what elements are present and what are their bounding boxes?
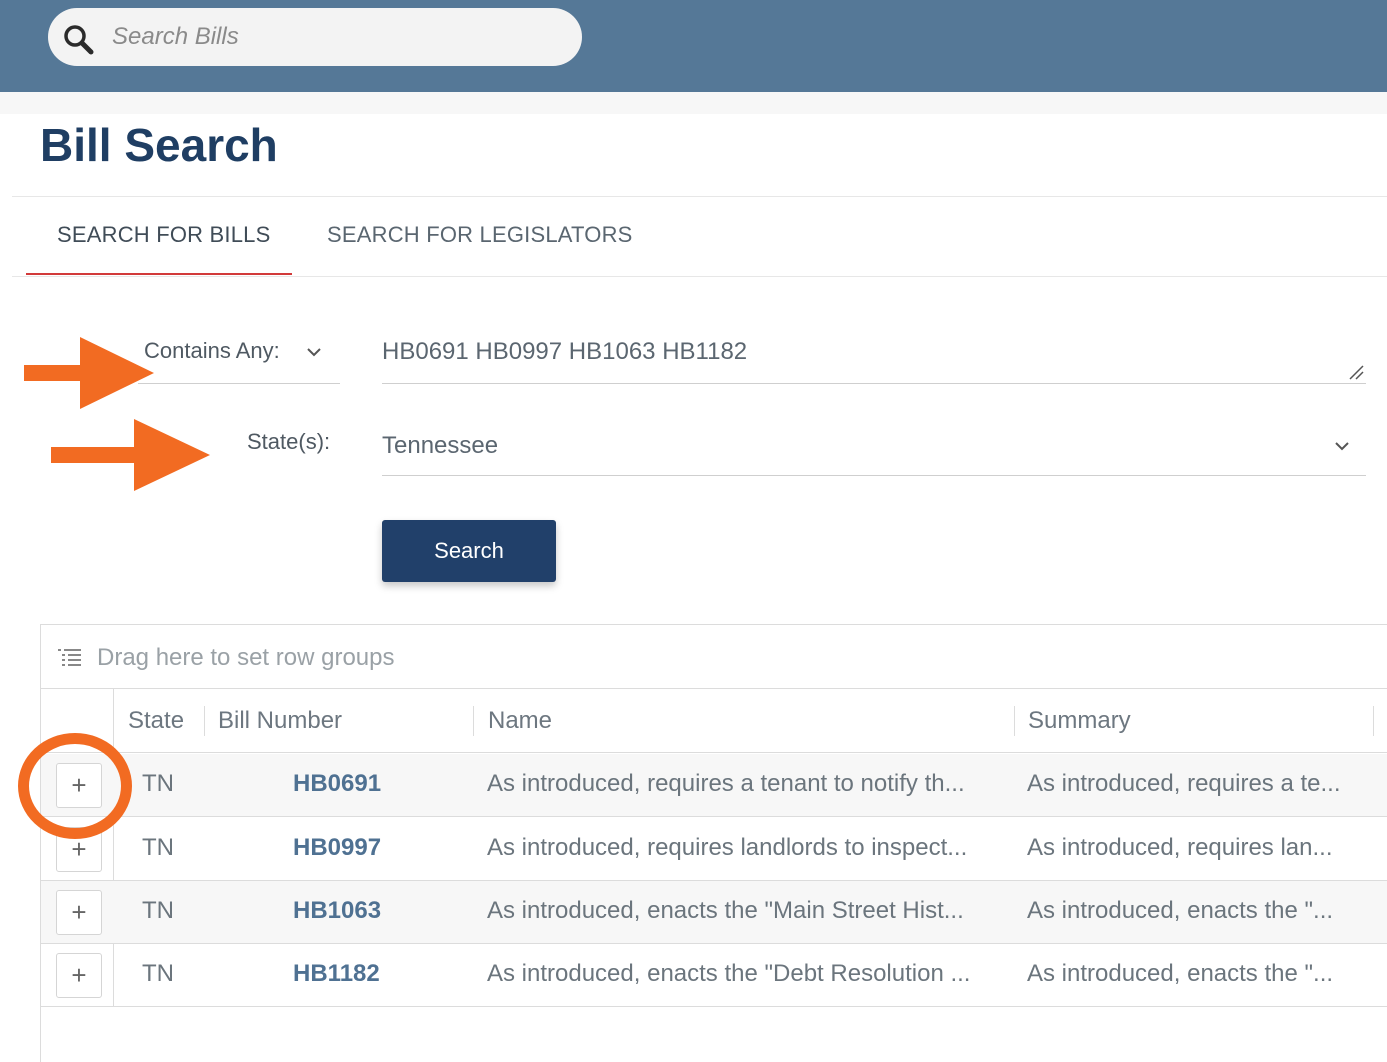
expand-row-button[interactable]: + [56, 763, 102, 808]
annotation-arrow-icon [51, 419, 210, 491]
chevron-down-icon [1335, 442, 1349, 451]
cell-state: TN [142, 960, 174, 987]
cell-state: TN [142, 770, 174, 797]
match-mode-dropdown[interactable]: Contains Any: [138, 330, 340, 384]
states-label: State(s): [247, 429, 331, 454]
row-group-hint: Drag here to set row groups [97, 644, 395, 671]
cell-name: As introduced, requires a tenant to noti… [487, 770, 965, 797]
cell-bill-number-link[interactable]: HB0691 [293, 770, 443, 798]
table-row: + TN HB1182 As introduced, enacts the "D… [41, 944, 1387, 1007]
expand-row-button[interactable]: + [56, 890, 102, 935]
tab-search-for-legislators[interactable]: SEARCH FOR LEGISLATORS [327, 222, 633, 248]
cell-summary: As introduced, requires lan... [1027, 834, 1333, 861]
column-header-summary[interactable]: Summary [1028, 707, 1131, 735]
bill-keywords-textarea[interactable]: HB0691 HB0997 HB1063 HB1182 [382, 330, 1366, 384]
chevron-down-icon [307, 348, 321, 357]
cell-name: As introduced, enacts the "Main Street H… [487, 897, 964, 924]
cell-summary: As introduced, enacts the "... [1027, 897, 1334, 924]
column-header-state[interactable]: State [128, 707, 184, 735]
row-groups-icon [58, 649, 81, 666]
page-title: Bill Search [40, 119, 278, 171]
table-row: + TN HB0997 As introduced, requires land… [41, 818, 1387, 881]
cell-name: As introduced, enacts the "Debt Resoluti… [487, 960, 971, 987]
search-icon [64, 25, 94, 55]
cell-bill-number-link[interactable]: HB1182 [293, 960, 443, 988]
global-search-box[interactable] [48, 8, 582, 66]
resize-handle-icon[interactable] [1348, 364, 1364, 380]
expand-row-button[interactable]: + [56, 953, 102, 998]
cell-bill-number-link[interactable]: HB0997 [293, 834, 443, 862]
table-row: + TN HB1063 As introduced, enacts the "M… [41, 881, 1387, 944]
column-resize-handle[interactable] [1014, 706, 1015, 736]
active-tab-indicator [26, 273, 292, 275]
top-navbar [0, 0, 1387, 92]
cell-summary: As introduced, enacts the "... [1027, 960, 1334, 987]
row-group-drop-zone[interactable]: Drag here to set row groups [41, 625, 1387, 689]
column-header-name[interactable]: Name [488, 707, 552, 735]
divider [12, 196, 1387, 197]
grid-header-row: State Bill Number Name Summary [41, 689, 1387, 753]
states-dropdown[interactable]: Tennessee [382, 420, 1366, 476]
match-mode-label: Contains Any: [144, 338, 280, 363]
cell-state: TN [142, 834, 174, 861]
cell-bill-number-link[interactable]: HB1063 [293, 897, 443, 925]
states-selected-value: Tennessee [382, 432, 499, 459]
column-resize-handle[interactable] [473, 706, 474, 736]
tab-search-for-bills[interactable]: SEARCH FOR BILLS [57, 222, 270, 248]
divider [12, 276, 1387, 277]
column-resize-handle[interactable] [204, 706, 205, 736]
results-grid: Drag here to set row groups State Bill N… [40, 624, 1387, 1062]
column-resize-handle[interactable] [1373, 706, 1374, 736]
expand-row-button[interactable]: + [56, 827, 102, 872]
cell-summary: As introduced, requires a te... [1027, 770, 1341, 797]
cell-state: TN [142, 897, 174, 924]
table-row: + TN HB0691 As introduced, requires a te… [41, 754, 1387, 817]
column-header-bill-number[interactable]: Bill Number [218, 707, 342, 735]
search-button[interactable]: Search [382, 520, 556, 582]
header-spacer [0, 92, 1387, 114]
global-search-input[interactable] [112, 16, 552, 58]
cell-name: As introduced, requires landlords to ins… [487, 834, 968, 861]
